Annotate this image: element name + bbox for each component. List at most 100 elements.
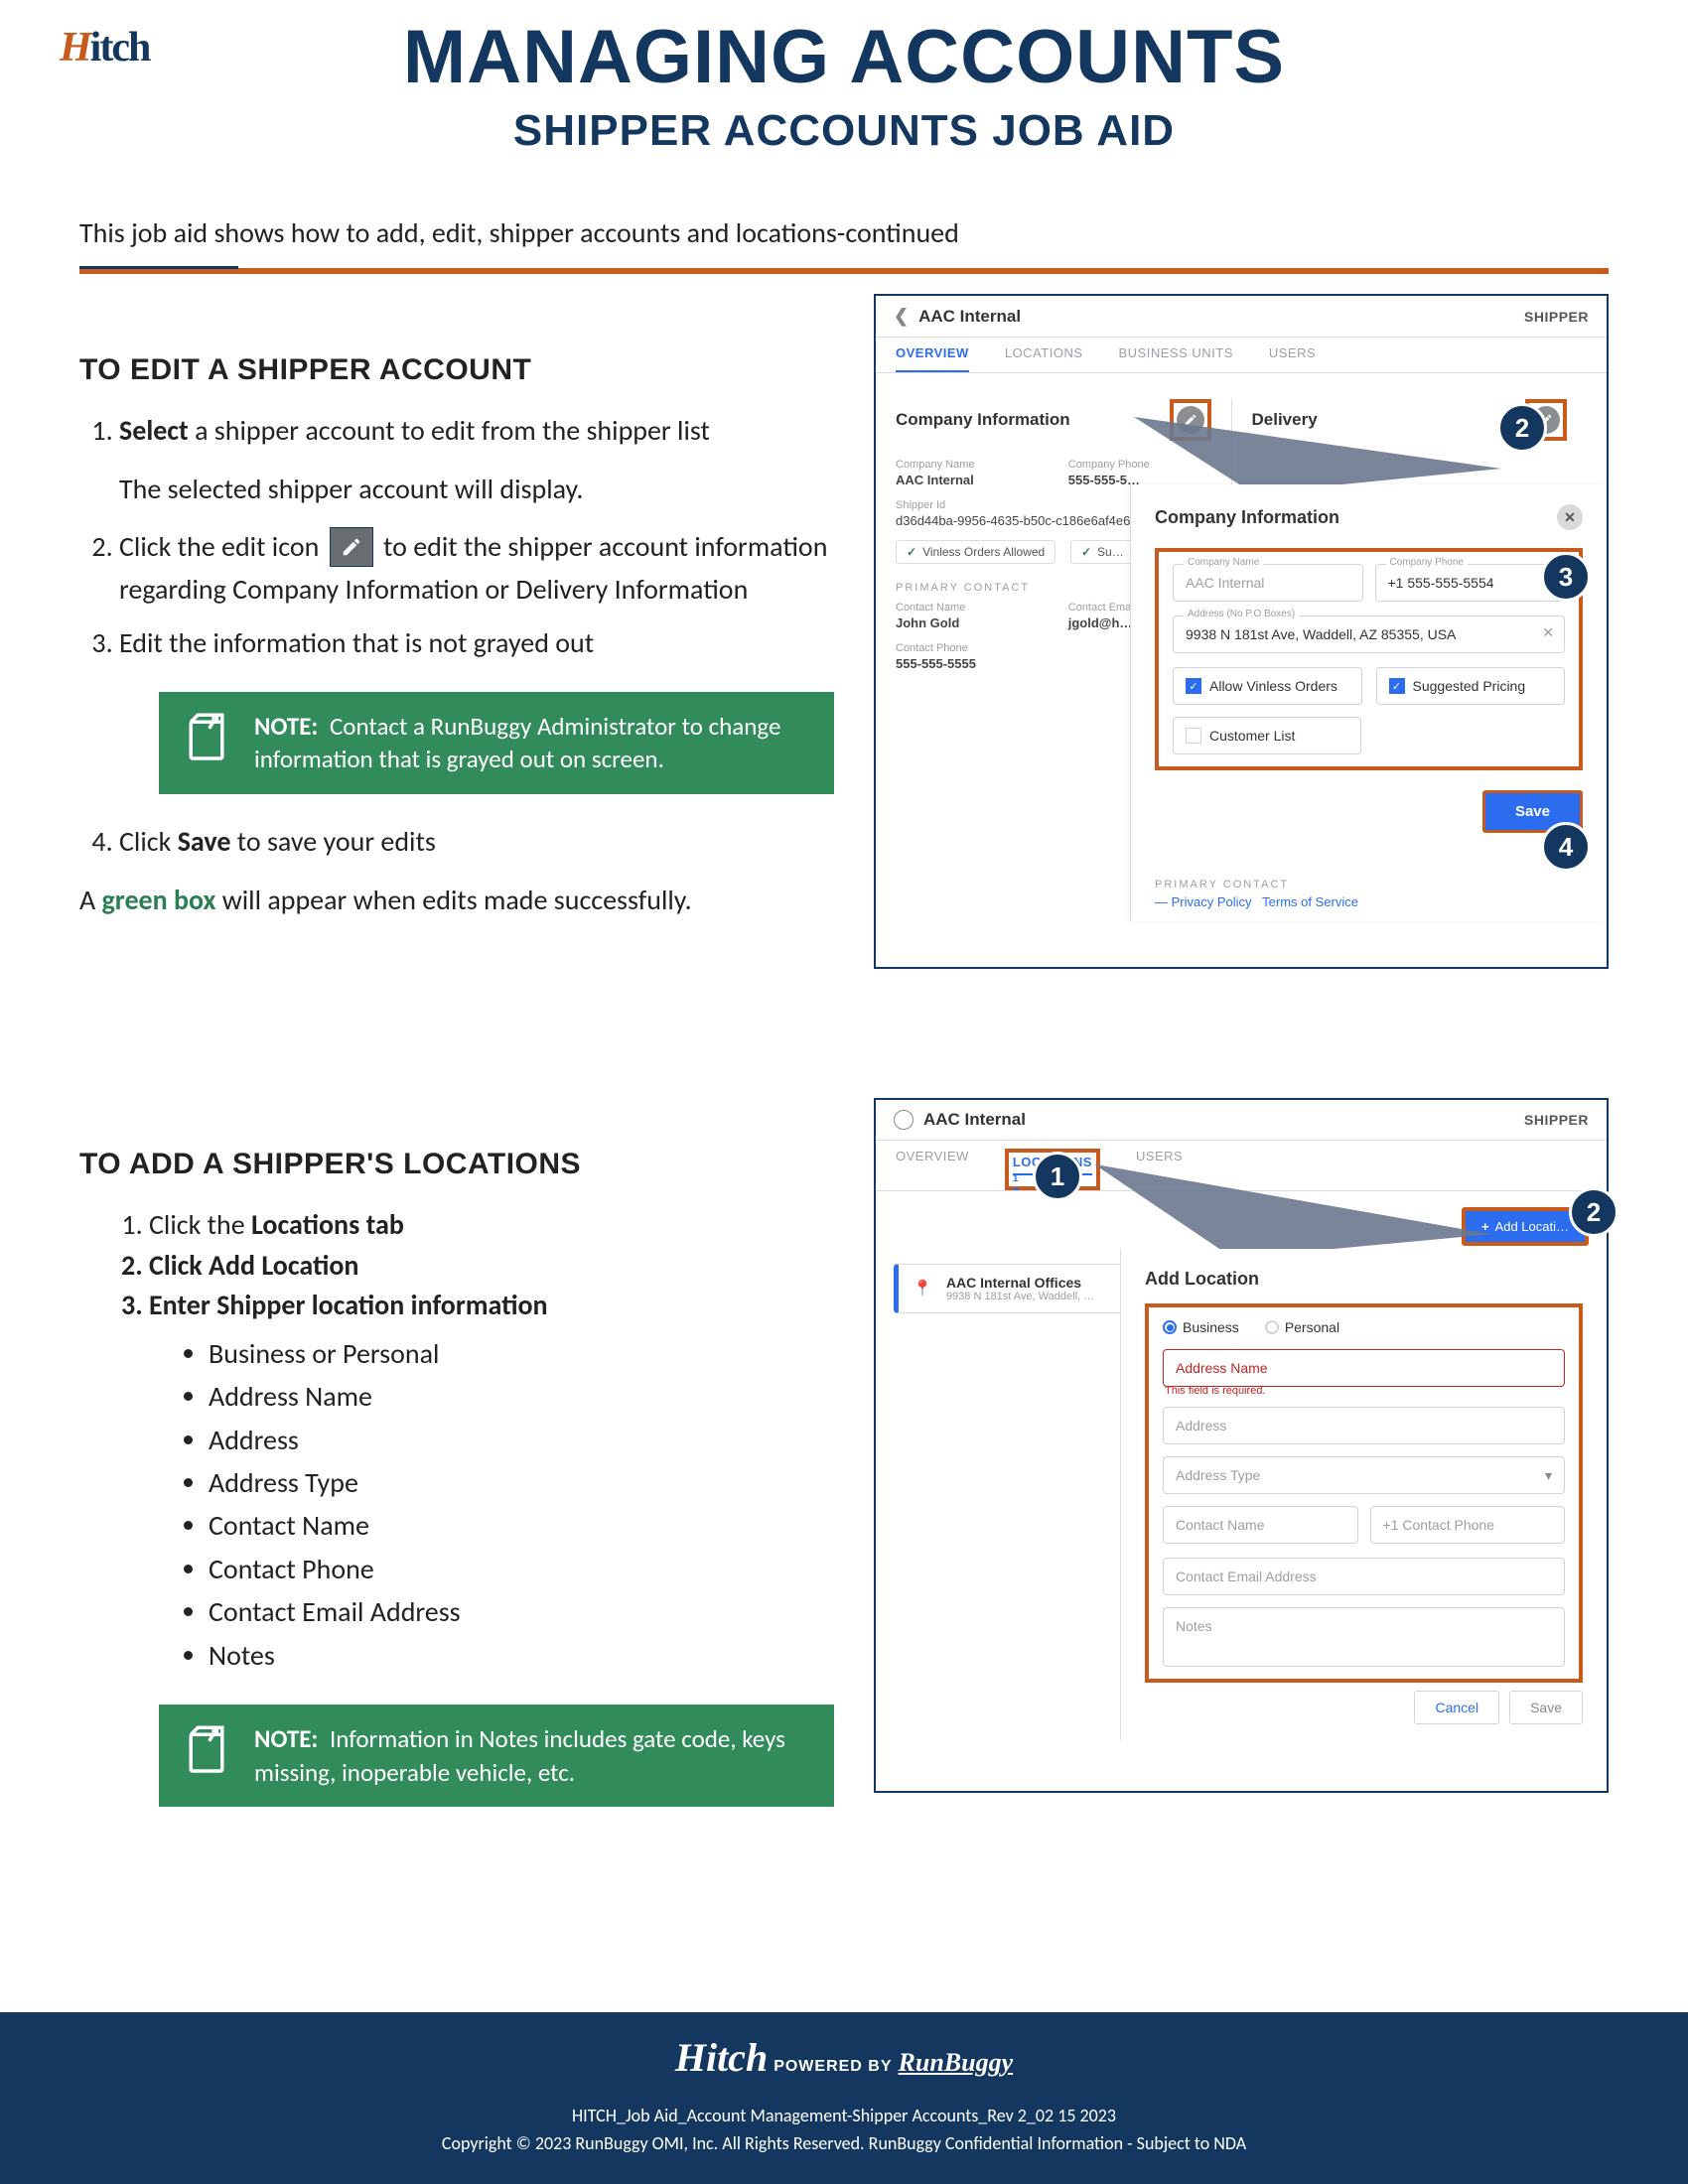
shot2-role: SHIPPER <box>1524 1112 1589 1128</box>
logo-itch: itch <box>90 25 150 70</box>
step2-text-a: Click the edit icon <box>119 529 326 564</box>
note-2-text: Information in Notes includes gate code,… <box>254 1723 785 1788</box>
save-button-2[interactable]: Save <box>1509 1691 1583 1724</box>
field-address-2[interactable]: Address <box>1163 1407 1565 1444</box>
intro-section: This job aid shows how to add, edit, shi… <box>79 215 1609 274</box>
footer-runbuggy: RunBuggy <box>899 2048 1014 2078</box>
field-company-phone[interactable]: Company Phone +1 555-555-5554 <box>1375 564 1566 602</box>
bullet-5: Contact Phone <box>209 1548 834 1590</box>
checkbox-customer-list-label: Customer List <box>1209 728 1295 744</box>
overlay1-primary-label: PRIMARY CONTACT <box>1155 879 1583 890</box>
intro-text: This job aid shows how to add, edit, shi… <box>79 215 1609 250</box>
pill-suggested: ✓Su… <box>1070 540 1135 564</box>
chevron-down-icon: ▾ <box>1545 1467 1552 1484</box>
step1-followup: The selected shipper account will displa… <box>119 470 834 510</box>
map-pin-icon: 📍 <box>913 1279 932 1298</box>
logo-h: H <box>60 25 90 70</box>
shot1-header: ❮ AAC Internal SHIPPER <box>876 296 1607 338</box>
pill-vinless: ✓Vinless Orders Allowed <box>896 540 1055 564</box>
checkbox-suggested-pricing[interactable]: ✓Suggested Pricing <box>1376 667 1566 705</box>
shot1-role: SHIPPER <box>1524 309 1589 325</box>
field-contact-phone[interactable]: +1 Contact Phone <box>1370 1506 1566 1544</box>
checkbox-vinless-label: Allow Vinless Orders <box>1209 678 1337 694</box>
panel-title-delivery: Delivery <box>1252 410 1318 430</box>
page-footer: Hitch POWERED BY RunBuggy HITCH_Job Aid_… <box>0 2012 1688 2184</box>
edit-company-overlay: Company Information ✕ Company Name AAC I… <box>1130 484 1607 921</box>
field-address[interactable]: Address (No P.O Boxes) 9938 N 181st Ave,… <box>1173 615 1565 653</box>
field-contact-email[interactable]: Contact Email Address <box>1163 1558 1565 1595</box>
note-1-content: NOTE: Contact a RunBuggy Administrator t… <box>254 710 808 777</box>
tab-business-units[interactable]: BUSINESS UNITS <box>1119 345 1233 372</box>
checkbox-vinless[interactable]: ✓Allow Vinless Orders <box>1173 667 1362 705</box>
shot1-title: AAC Internal <box>918 307 1021 327</box>
bullet-4: Contact Name <box>209 1504 834 1547</box>
overlay2-buttons: Cancel Save <box>1145 1691 1583 1724</box>
addloc-step1-b: Locations tab <box>251 1207 404 1242</box>
field-address-name[interactable]: Address Name <box>1163 1349 1565 1387</box>
field-address-type[interactable]: Address Type ▾ <box>1163 1456 1565 1494</box>
radio-group-type: Business Personal <box>1163 1319 1565 1335</box>
success-message: A green box will appear when edits made … <box>79 881 834 921</box>
addloc-bullets: Business or Personal Address Name Addres… <box>209 1332 834 1677</box>
step-marker-2b: 2 <box>1569 1187 1618 1237</box>
section-heading-edit-shipper: TO EDIT A SHIPPER ACCOUNT <box>79 353 834 387</box>
tab-overview[interactable]: OVERVIEW <box>896 345 969 372</box>
step1-rest: a shipper account to edit from the shipp… <box>189 413 710 448</box>
kv-cname-k: Contact Name <box>896 602 1039 614</box>
step1-bold: Select <box>119 413 189 448</box>
clear-address-icon[interactable]: ✕ <box>1542 624 1554 641</box>
note-2-label: NOTE: <box>254 1723 318 1754</box>
radio-business[interactable]: Business <box>1163 1319 1239 1335</box>
field-company-phone-value: +1 555-555-5554 <box>1388 575 1494 591</box>
field-address-type-label: Address Type <box>1176 1467 1260 1483</box>
kv-cname-v: John Gold <box>896 615 1039 630</box>
footer-doc-id: HITCH_Job Aid_Account Management-Shipper… <box>20 2105 1668 2126</box>
tab2-overview[interactable]: OVERVIEW <box>896 1149 969 1190</box>
success-c: will appear when edits made successfully… <box>215 883 691 917</box>
radio-personal-label: Personal <box>1285 1319 1339 1335</box>
panel-title-company: Company Information <box>896 410 1070 430</box>
radio-personal[interactable]: Personal <box>1265 1319 1339 1335</box>
link-terms[interactable]: Terms of Service <box>1262 894 1358 909</box>
shot1-tabs: OVERVIEW LOCATIONS BUSINESS UNITS USERS <box>876 338 1607 373</box>
pencil-icon <box>330 527 373 567</box>
kv-company-name-k: Company Name <box>896 459 1039 471</box>
success-b: green box <box>102 883 216 917</box>
close-icon[interactable]: ✕ <box>1557 504 1583 530</box>
bullet-7: Notes <box>209 1634 834 1677</box>
edit-step-4: Click Save to save your edits <box>119 822 834 863</box>
overlay2-title: Add Location <box>1145 1269 1259 1290</box>
cancel-button[interactable]: Cancel <box>1414 1691 1499 1724</box>
field-company-name[interactable]: Company Name AAC Internal <box>1173 564 1363 602</box>
field-notes[interactable]: Notes <box>1163 1607 1565 1667</box>
checkbox-suggested-label: Suggested Pricing <box>1413 678 1526 694</box>
tab2-locations-count: 1 <box>1013 1173 1019 1184</box>
note-2-content: NOTE: Information in Notes includes gate… <box>254 1722 808 1790</box>
link-privacy[interactable]: Privacy Policy <box>1172 894 1252 909</box>
location-card-title: AAC Internal Offices <box>946 1275 1094 1291</box>
field-address-value: 9938 N 181st Ave, Waddell, AZ 85355, USA <box>1186 626 1456 642</box>
shot2-header: AAC Internal SHIPPER <box>876 1100 1607 1141</box>
shot2-title: AAC Internal <box>923 1110 1026 1130</box>
edit-step-1: Select a shipper account to edit from th… <box>119 411 834 452</box>
addloc-step1-a: Click the <box>149 1207 251 1242</box>
tab-locations[interactable]: LOCATIONS <box>1005 345 1083 372</box>
note-icon <box>179 710 234 765</box>
note-label: NOTE: <box>254 711 318 742</box>
bullet-0: Business or Personal <box>209 1332 834 1375</box>
radio-business-label: Business <box>1183 1319 1239 1335</box>
footer-copyright: Copyright © 2023 RunBuggy OMI, Inc. All … <box>20 2132 1668 2154</box>
tab-users[interactable]: USERS <box>1269 345 1316 372</box>
step-marker-2: 2 <box>1497 403 1547 453</box>
bullet-2: Address <box>209 1419 834 1461</box>
step-marker-3: 3 <box>1541 552 1591 602</box>
note-1-text: Contact a RunBuggy Administrator to chan… <box>254 711 780 775</box>
overlay1-fields-group: Company Name AAC Internal Company Phone … <box>1155 548 1583 770</box>
field-contact-name[interactable]: Contact Name <box>1163 1506 1358 1544</box>
page-title: MANAGING ACCOUNTS <box>0 14 1688 100</box>
back-chevron-icon[interactable]: ❮ <box>894 306 909 327</box>
screenshot-edit-shipper: ❮ AAC Internal SHIPPER OVERVIEW LOCATION… <box>874 294 1609 969</box>
overlay2-fields-group: Business Personal Address Name This fiel… <box>1145 1303 1583 1683</box>
kv-company-name-v: AAC Internal <box>896 473 1039 487</box>
checkbox-customer-list[interactable]: Customer List <box>1173 717 1361 754</box>
